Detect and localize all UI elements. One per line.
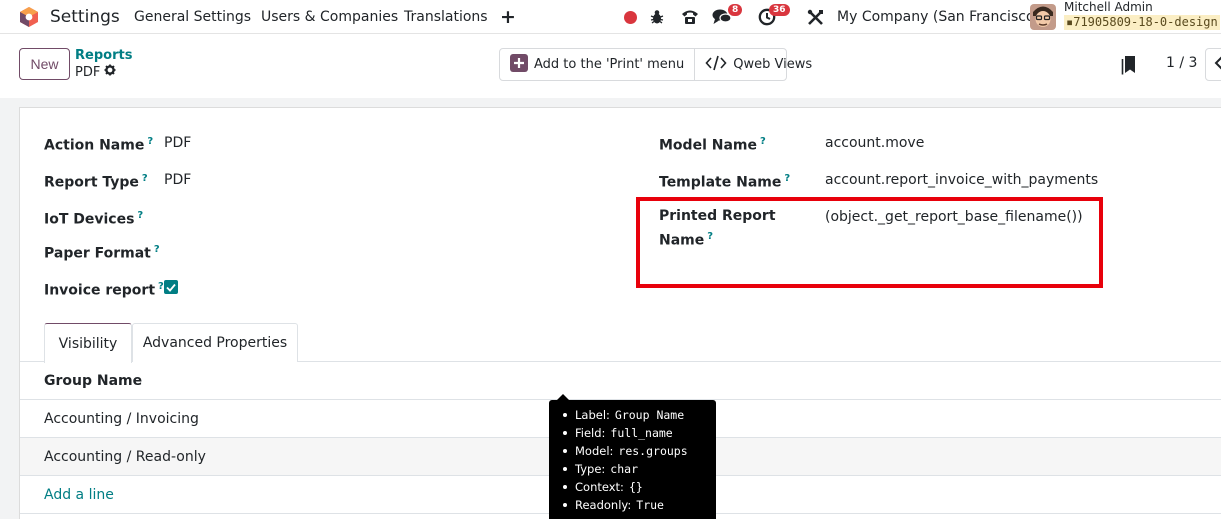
template-name-label: Template Name?: [659, 173, 791, 191]
record-icon[interactable]: [624, 0, 637, 34]
action-buttons: Add to the 'Print' menu Qweb Views: [499, 48, 812, 81]
app-title[interactable]: Settings: [50, 0, 120, 34]
database-name-text: 71905809-18-0-design: [1073, 15, 1218, 29]
phone-icon[interactable]: [680, 0, 700, 34]
tooltip-row: Field: full_name: [563, 424, 708, 442]
help-icon[interactable]: ?: [158, 281, 164, 292]
odoo-app-icon[interactable]: [18, 0, 40, 34]
tools-icon[interactable]: [807, 0, 824, 34]
iot-devices-label: IoT Devices?: [44, 210, 144, 228]
invoice-report-checkbox[interactable]: [164, 280, 178, 294]
messages-count-badge: 8: [728, 4, 743, 16]
list-header-group-name[interactable]: Group Name: [20, 362, 1221, 400]
help-icon[interactable]: ?: [154, 244, 160, 255]
add-to-print-menu-label: Add to the 'Print' menu: [534, 57, 685, 72]
new-button[interactable]: New: [19, 48, 70, 80]
pager-value[interactable]: 1 / 3: [1166, 55, 1197, 71]
report-type-value[interactable]: PDF: [164, 171, 191, 189]
help-icon[interactable]: ?: [142, 173, 148, 184]
tooltip-row: Label: Group Name: [563, 406, 708, 424]
tab-advanced-properties[interactable]: Advanced Properties: [132, 323, 298, 362]
code-icon: [705, 55, 727, 75]
breadcrumb-current: PDF: [75, 64, 116, 81]
help-icon[interactable]: ?: [137, 210, 143, 221]
menu-general-settings[interactable]: General Settings: [134, 0, 251, 34]
top-navbar: Settings General Settings Users & Compan…: [0, 0, 1221, 34]
help-icon[interactable]: ?: [784, 173, 790, 184]
field-info-tooltip: Label: Group Name Field: full_name Model: r…: [549, 394, 716, 519]
check-icon: [166, 283, 176, 292]
breadcrumb-current-label: PDF: [75, 64, 101, 80]
bug-icon[interactable]: [649, 0, 665, 34]
qweb-views-button[interactable]: Qweb Views: [694, 49, 822, 80]
model-name-value[interactable]: account.move: [825, 134, 924, 152]
report-type-label: Report Type?: [44, 173, 148, 191]
model-name-label: Model Name?: [659, 136, 766, 154]
action-name-value[interactable]: PDF: [164, 134, 191, 152]
invoice-report-label: Invoice report?: [44, 281, 164, 299]
company-switcher[interactable]: My Company (San Francisco): [837, 0, 1040, 34]
user-avatar[interactable]: [1030, 0, 1056, 34]
menu-users-companies[interactable]: Users & Companies: [261, 0, 398, 34]
gear-icon[interactable]: [104, 64, 116, 81]
chevron-left-icon: [1214, 56, 1221, 74]
tab-visibility[interactable]: Visibility: [44, 323, 132, 363]
help-icon[interactable]: ?: [147, 136, 153, 147]
tooltip-row: Readonly: True: [563, 496, 708, 514]
add-to-print-menu-button[interactable]: Add to the 'Print' menu: [500, 49, 694, 80]
annotation-highlight-box: [636, 197, 1103, 288]
user-name[interactable]: Mitchell Admin: [1064, 0, 1153, 14]
qweb-views-label: Qweb Views: [733, 57, 813, 72]
tooltip-row: Type: char: [563, 460, 708, 478]
breadcrumb-reports[interactable]: Reports: [75, 48, 132, 64]
tooltip-row: Model: res.groups: [563, 442, 708, 460]
plus-icon[interactable]: +: [500, 0, 516, 34]
pager-previous-button[interactable]: [1205, 48, 1221, 81]
menu-translations[interactable]: Translations: [404, 0, 488, 34]
activities-count-badge: 36: [769, 4, 790, 16]
template-name-value[interactable]: account.report_invoice_with_payments: [825, 171, 1098, 189]
help-icon[interactable]: ?: [760, 136, 766, 147]
tooltip-row: Context:{}: [563, 478, 708, 496]
plus-square-icon: [510, 53, 528, 76]
paper-format-label: Paper Format?: [44, 244, 160, 262]
bookmark-icon[interactable]: [1121, 55, 1137, 79]
action-name-label: Action Name?: [44, 136, 154, 154]
database-name: ▪71905809-18-0-design: [1064, 15, 1220, 30]
